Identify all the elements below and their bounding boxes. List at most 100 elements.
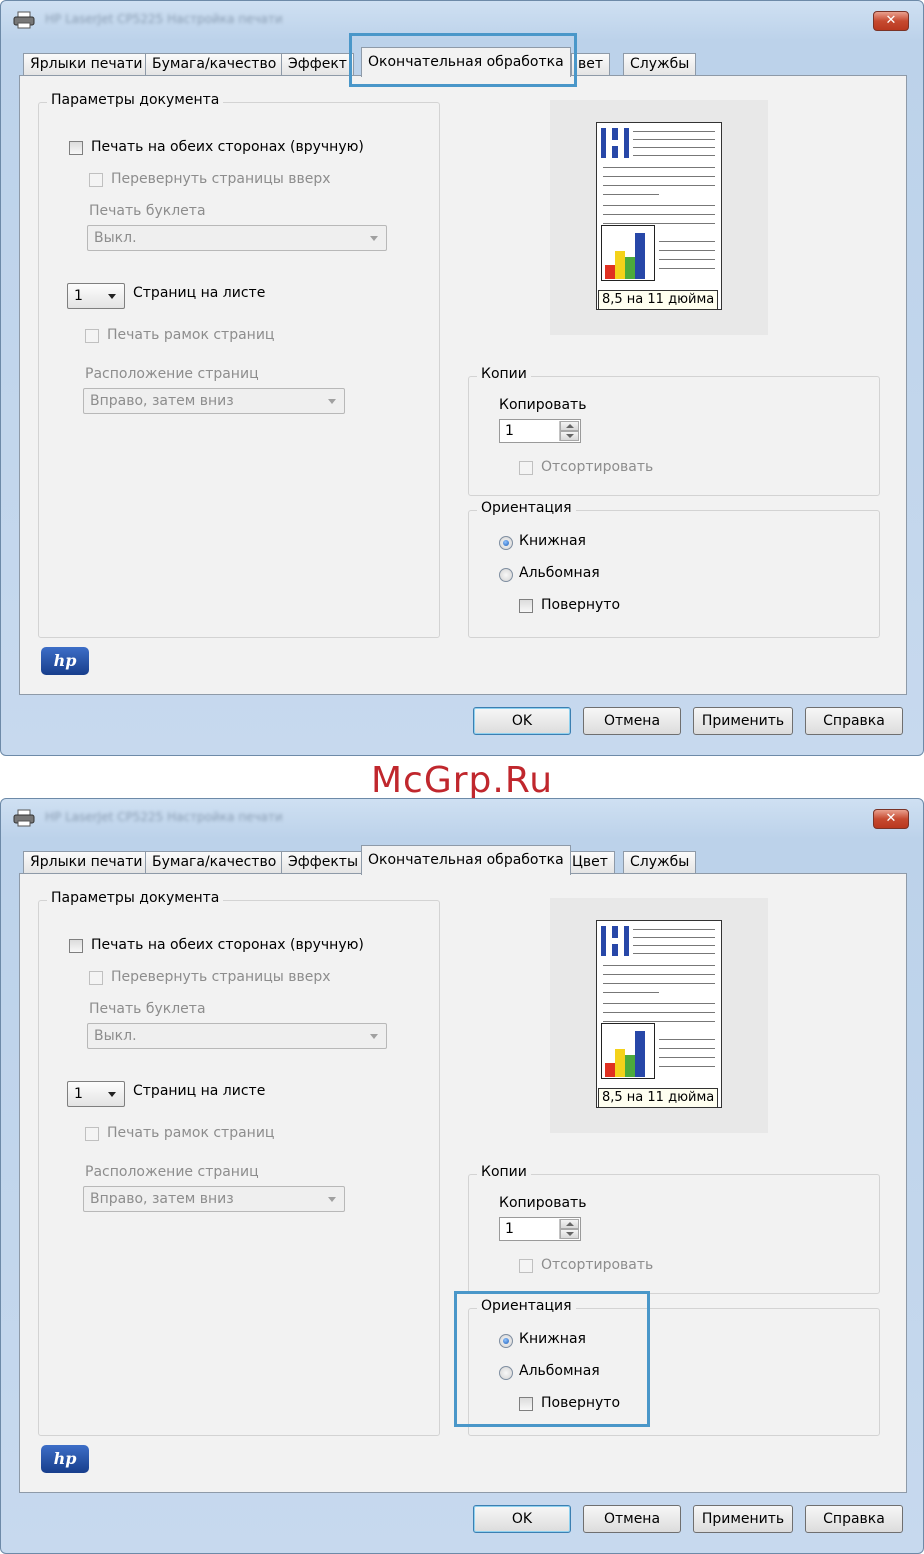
flip-pages-checkbox[interactable] (89, 173, 103, 187)
copy-count-label: Копировать (499, 1195, 587, 1211)
copy-count-value: 1 (505, 1221, 514, 1237)
rotated-checkbox[interactable] (519, 599, 533, 613)
window-title: HP LaserJet CP5225 Настройка печати (45, 810, 283, 824)
tab-services[interactable]: Службы (623, 53, 697, 75)
tab-services[interactable]: Службы (623, 851, 697, 873)
booklet-value: Выкл. (94, 230, 137, 246)
copy-count-stepper[interactable]: 1 (499, 1217, 581, 1241)
flip-pages-checkbox[interactable] (89, 971, 103, 985)
text-line (603, 1021, 715, 1022)
flip-pages-label: Перевернуть страницы вверх (111, 969, 331, 985)
spin-down-icon[interactable] (560, 1229, 579, 1239)
group-label: Копии (477, 1164, 531, 1180)
text-line (633, 953, 715, 954)
spin-up-icon[interactable] (560, 421, 579, 431)
pages-per-sheet-select[interactable]: 1 (67, 283, 125, 309)
close-button[interactable]: ✕ (873, 809, 909, 829)
duplex-label: Печать на обеих сторонах (вручную) (91, 937, 364, 953)
landscape-radio[interactable] (499, 568, 513, 582)
pages-per-sheet-value: 1 (74, 1086, 83, 1102)
text-line (659, 259, 715, 260)
tab-shortcuts[interactable]: Ярлыки печати (23, 851, 150, 873)
page-order-select[interactable]: Вправо, затем вниз (83, 388, 345, 414)
copy-count-stepper[interactable]: 1 (499, 419, 581, 443)
text-line (659, 250, 715, 251)
spin-up-icon[interactable] (560, 1219, 579, 1229)
ok-button[interactable]: OK (473, 1505, 571, 1533)
booklet-label: Печать буклета (89, 203, 206, 219)
document-options-group: Параметры документа Печать на обеих стор… (38, 890, 440, 1436)
hp-logo: hp (41, 647, 89, 675)
help-button[interactable]: Справка (805, 707, 903, 735)
tab-effects[interactable]: Эффекты (281, 851, 365, 873)
chevron-down-icon (370, 1034, 378, 1039)
booklet-select[interactable]: Выкл. (87, 1023, 387, 1049)
page-borders-label: Печать рамок страниц (107, 327, 275, 343)
copies-group: Копии Копировать 1 Отсортировать (468, 366, 880, 496)
paper-size-label: 8,5 на 11 дюйма (598, 1088, 719, 1108)
tab-paper-quality[interactable]: Бумага/качество (145, 851, 284, 873)
spin-down-icon[interactable] (560, 431, 579, 441)
copies-group: Копии Копировать 1 Отсортировать (468, 1164, 880, 1294)
page-order-select[interactable]: Вправо, затем вниз (83, 1186, 345, 1212)
text-line (659, 1057, 715, 1058)
portrait-label: Книжная (519, 533, 586, 549)
document-options-group: Параметры документа Печать на обеих стор… (38, 92, 440, 638)
text-line (603, 1003, 715, 1004)
text-line (633, 945, 715, 946)
chevron-down-icon (108, 294, 116, 299)
cancel-button[interactable]: Отмена (583, 1505, 681, 1533)
collate-checkbox[interactable] (519, 461, 533, 475)
bar-chart-icon (601, 225, 655, 281)
close-button[interactable]: ✕ (873, 11, 909, 31)
portrait-radio[interactable] (499, 536, 513, 550)
page-borders-checkbox[interactable] (85, 1127, 99, 1141)
tab-shortcuts[interactable]: Ярлыки печати (23, 53, 150, 75)
chevron-down-icon (328, 399, 336, 404)
page-preview: 8,5 на 11 дюйма (550, 898, 768, 1133)
pages-per-sheet-select[interactable]: 1 (67, 1081, 125, 1107)
watermark: McGrp.Ru (370, 760, 554, 801)
landscape-label: Альбомная (519, 565, 600, 581)
cancel-button[interactable]: Отмена (583, 707, 681, 735)
collate-label: Отсортировать (541, 459, 654, 475)
heading-h-icon (601, 128, 629, 158)
text-line (633, 937, 715, 938)
group-label: Параметры документа (47, 890, 224, 906)
text-line (603, 194, 659, 195)
text-line (659, 241, 715, 242)
text-line (603, 983, 715, 984)
chevron-down-icon (108, 1092, 116, 1097)
close-icon: ✕ (885, 13, 897, 28)
text-line (659, 1048, 715, 1049)
printer-icon (13, 11, 35, 29)
text-line (603, 214, 715, 215)
text-line (603, 205, 715, 206)
text-line (603, 974, 715, 975)
bar-chart-icon (601, 1023, 655, 1079)
text-line (603, 185, 715, 186)
page-order-value: Вправо, затем вниз (90, 393, 234, 409)
printer-icon (13, 809, 35, 827)
page-order-value: Вправо, затем вниз (90, 1191, 234, 1207)
tab-finishing[interactable]: Окончательная обработка (361, 845, 571, 875)
duplex-checkbox[interactable] (69, 939, 83, 953)
apply-button[interactable]: Применить (693, 1505, 793, 1533)
booklet-select[interactable]: Выкл. (87, 225, 387, 251)
apply-button[interactable]: Применить (693, 707, 793, 735)
duplex-checkbox[interactable] (69, 141, 83, 155)
duplex-label: Печать на обеих сторонах (вручную) (91, 139, 364, 155)
group-label: Ориентация (477, 500, 576, 516)
help-button[interactable]: Справка (805, 1505, 903, 1533)
group-label: Копии (477, 366, 531, 382)
tab-color[interactable]: Цвет (565, 851, 615, 873)
group-label: Параметры документа (47, 92, 224, 108)
page-borders-checkbox[interactable] (85, 329, 99, 343)
ok-button[interactable]: OK (473, 707, 571, 735)
tab-effects[interactable]: Эффект (281, 53, 354, 75)
text-line (633, 147, 715, 148)
collate-checkbox[interactable] (519, 1259, 533, 1273)
booklet-label: Печать буклета (89, 1001, 206, 1017)
text-line (603, 1012, 715, 1013)
tab-paper-quality[interactable]: Бумага/качество (145, 53, 284, 75)
